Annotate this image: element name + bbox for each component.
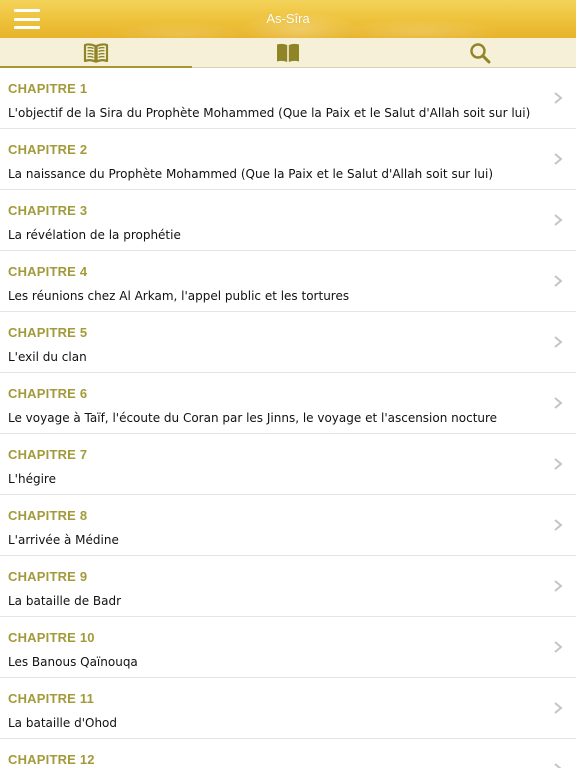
tab-bar <box>0 38 576 68</box>
chevron-right-icon <box>554 580 563 592</box>
chapter-label: CHAPITRE 3 <box>8 203 88 218</box>
chevron-right-icon <box>554 214 563 226</box>
chapter-label: CHAPITRE 4 <box>8 264 88 279</box>
chevron-right-icon <box>554 92 563 104</box>
chapter-title: La bataille d'Ohod <box>8 716 118 730</box>
closed-book-icon <box>277 43 299 62</box>
chevron-right-icon <box>554 153 563 165</box>
chevron-right-icon <box>554 763 562 768</box>
chapter-row[interactable]: CHAPITRE 2 La naissance du Prophète Moha… <box>0 129 576 190</box>
navigation-bar: As-Sîra <box>0 0 576 38</box>
page-title: As-Sîra <box>266 11 310 26</box>
search-icon <box>470 42 491 63</box>
chapter-label: CHAPITRE 8 <box>8 508 88 523</box>
chapter-row[interactable]: CHAPITRE 9 La bataille de Badr <box>0 556 576 617</box>
chapter-label: CHAPITRE 10 <box>8 630 95 645</box>
chapter-list: CHAPITRE 1 L'objectif de la Sira du Prop… <box>0 68 576 768</box>
chevron-right-icon <box>554 702 563 714</box>
chapter-row[interactable]: CHAPITRE 7 L'hégire <box>0 434 576 495</box>
chapter-title: La naissance du Prophète Mohammed (Que l… <box>8 167 494 181</box>
chapter-label: CHAPITRE 11 <box>8 691 95 706</box>
open-book-icon <box>83 42 109 63</box>
chapter-title: L'objectif de la Sira du Prophète Mohamm… <box>8 106 531 120</box>
chapter-row[interactable]: CHAPITRE 6 Le voyage à Taïf, l'écoute du… <box>0 373 576 434</box>
chevron-right-icon <box>554 641 563 653</box>
chapter-label: CHAPITRE 1 <box>8 81 88 96</box>
chapter-title: Le voyage à Taïf, l'écoute du Coran par … <box>8 411 498 425</box>
tab-library[interactable] <box>192 38 384 67</box>
chapter-label: CHAPITRE 9 <box>8 569 88 584</box>
chapter-row[interactable]: CHAPITRE 3 La révélation de la prophétie <box>0 190 576 251</box>
chevron-right-icon <box>554 397 563 409</box>
chapter-row[interactable]: CHAPITRE 4 Les réunions chez Al Arkam, l… <box>0 251 576 312</box>
chapter-row[interactable]: CHAPITRE 8 L'arrivée à Médine <box>0 495 576 556</box>
chapter-row[interactable]: CHAPITRE 5 L'exil du clan <box>0 312 576 373</box>
chapter-title: Les réunions chez Al Arkam, l'appel publ… <box>8 289 350 303</box>
chapter-title: La bataille de Badr <box>8 594 122 608</box>
chapter-row[interactable]: CHAPITRE 11 La bataille d'Ohod <box>0 678 576 739</box>
chapter-title: Les Banous Qaïnouqa <box>8 655 138 669</box>
chapter-label: CHAPITRE 7 <box>8 447 88 462</box>
chevron-right-icon <box>554 458 563 470</box>
chevron-right-icon <box>554 275 563 287</box>
chapter-row[interactable]: CHAPITRE 10 Les Banous Qaïnouqa <box>0 617 576 678</box>
chapter-row[interactable]: CHAPITRE 1 L'objectif de la Sira du Prop… <box>0 68 576 129</box>
chapter-title: L'hégire <box>8 472 56 486</box>
chapter-label: CHAPITRE 2 <box>8 142 88 157</box>
chapter-row[interactable]: CHAPITRE 12 <box>0 739 576 768</box>
chapter-title: L'exil du clan <box>8 350 87 364</box>
tab-chapters[interactable] <box>0 38 192 68</box>
chapter-label: CHAPITRE 12 <box>8 752 95 767</box>
chapter-title: L'arrivée à Médine <box>8 533 119 547</box>
chevron-right-icon <box>554 336 563 348</box>
chapter-label: CHAPITRE 5 <box>8 325 88 340</box>
chapter-label: CHAPITRE 6 <box>8 386 88 401</box>
chapter-title: La révélation de la prophétie <box>8 228 181 242</box>
app-window: As-Sîra CHAPITRE 1 L'objectif de la Sira… <box>0 0 576 768</box>
tab-search[interactable] <box>384 38 576 67</box>
chevron-right-icon <box>554 519 563 531</box>
